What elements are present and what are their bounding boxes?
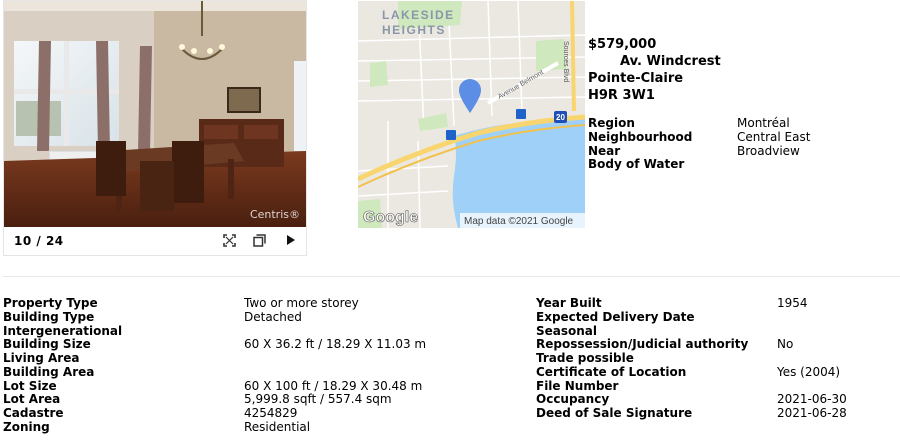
detail-value: Residential — [244, 419, 311, 434]
property-details-right: Year Built 1954 Expected Delivery Date Se… — [536, 296, 847, 421]
detail-row: Trade possible — [536, 351, 847, 366]
area-label-line1: LAKESIDE — [382, 8, 455, 22]
detail-row: Building Type Detached — [3, 309, 426, 325]
detail-row: Building Size 60 X 36.2 ft / 18.29 X 11.0… — [3, 337, 427, 352]
detail-label: Deed of Sale Signature — [536, 406, 693, 420]
detail-row: Building Area — [3, 364, 426, 380]
listing-city: Pointe-Claire — [588, 71, 684, 86]
detail-label: Building Size — [3, 337, 91, 352]
detail-row: File Number — [536, 378, 847, 394]
detail-label: Seasonal — [536, 323, 598, 338]
detail-label: Trade possible — [536, 351, 634, 365]
detail-label: Living Area — [3, 351, 80, 365]
detail-label: Zoning — [3, 419, 50, 434]
detail-label: Year Built — [536, 296, 602, 310]
detail-value: Detached — [244, 309, 302, 324]
detail-value: 60 X 36.2 ft / 18.29 X 11.03 m — [244, 337, 427, 352]
detail-label: Cadastre — [3, 406, 64, 420]
section-divider — [3, 276, 900, 277]
location-row: Body of Water — [588, 157, 810, 172]
detail-row: Property Type Two or more storey — [3, 296, 426, 311]
map-canvas: Avenue Belmont Sources Blvd 20 LAKESIDE … — [358, 1, 585, 228]
detail-value: 4254829 — [244, 406, 298, 420]
photo-counter: 10 / 24 — [14, 234, 64, 248]
detail-value: 1954 — [777, 296, 808, 310]
location-value: Montréal — [737, 116, 790, 130]
detail-label: Certificate of Location — [536, 364, 687, 379]
dining-room-photo — [4, 1, 306, 227]
location-row: Near Broadview — [588, 143, 810, 159]
detail-row: Intergenerational — [3, 323, 426, 339]
location-value: Central East — [737, 129, 811, 144]
area-label-line2: HEIGHTS — [382, 23, 446, 37]
detail-label: Lot Size — [3, 378, 57, 393]
highway-shield-label: 20 — [556, 113, 565, 122]
location-row: Region Montréal — [588, 116, 810, 131]
listing-price: $579,000 — [588, 37, 657, 52]
fullscreen-icon[interactable] — [221, 232, 237, 248]
location-info: Region Montréal Neighbourhood Central East… — [588, 116, 811, 172]
listing-postal-code: H9R 3W1 — [588, 88, 655, 103]
listing-photo[interactable]: Centris® — [4, 1, 306, 227]
detail-row: Repossession/Judicial authority No — [536, 337, 847, 352]
detail-row: Lot Area 5,999.8 sqft / 557.4 sqm — [3, 392, 426, 407]
detail-value: 2021-06-30 — [777, 392, 847, 407]
location-map[interactable]: Avenue Belmont Sources Blvd 20 LAKESIDE … — [358, 1, 585, 228]
detail-row: Seasonal — [536, 323, 847, 339]
gallery-controls: 10 / 24 — [4, 227, 306, 255]
detail-label: Expected Delivery Date — [536, 309, 695, 324]
detail-label: Building Type — [3, 309, 95, 324]
detail-row: Expected Delivery Date — [536, 309, 847, 325]
detail-value: Yes (2004) — [777, 364, 841, 379]
listing-street: Av. Windcrest — [620, 54, 721, 69]
detail-value: 60 X 100 ft / 18.29 X 30.48 m — [244, 378, 423, 393]
detail-label: Repossession/Judicial authority — [536, 337, 749, 352]
detail-label: Property Type — [3, 296, 98, 310]
detail-row: Living Area — [3, 351, 426, 366]
location-value: Broadview — [737, 143, 800, 158]
detail-value: No — [777, 337, 794, 352]
google-logo: Google — [363, 209, 418, 226]
detail-label: Intergenerational — [3, 323, 123, 338]
location-label: Neighbourhood — [588, 129, 693, 144]
location-label: Near — [588, 143, 621, 158]
location-label: Body of Water — [588, 157, 685, 172]
photo-watermark: Centris® — [249, 208, 300, 221]
map-attribution: Map data ©2021 Google — [464, 216, 574, 227]
detail-row: Occupancy 2021-06-30 — [536, 392, 847, 407]
detail-row: Deed of Sale Signature 2021-06-28 — [536, 406, 847, 421]
detail-label: Lot Area — [3, 392, 61, 407]
gallery-icon[interactable] — [251, 232, 267, 248]
road-label-sources: Sources Blvd — [562, 41, 569, 82]
photo-gallery: Centris® 10 / 24 — [3, 0, 307, 256]
detail-value: Two or more storey — [244, 296, 359, 310]
location-row: Neighbourhood Central East — [588, 129, 811, 145]
detail-row: Cadastre 4254829 — [3, 406, 426, 421]
property-details-left: Property Type Two or more storey Building… — [3, 296, 427, 435]
detail-row: Zoning Residential — [3, 419, 426, 435]
detail-row: Lot Size 60 X 100 ft / 18.29 X 30.48 m — [3, 378, 426, 394]
detail-value: 5,999.8 sqft / 557.4 sqm — [244, 392, 392, 407]
detail-label: Occupancy — [536, 392, 610, 407]
detail-label: File Number — [536, 378, 619, 393]
detail-value: 2021-06-28 — [777, 406, 847, 420]
play-icon[interactable] — [282, 232, 298, 248]
detail-row: Year Built 1954 — [536, 296, 847, 311]
detail-label: Building Area — [3, 364, 95, 379]
listing-address: $579,000 Av. Windcrest Pointe-Claire H9R… — [588, 36, 768, 104]
location-label: Region — [588, 116, 635, 130]
detail-row: Certificate of Location Yes (2004) — [536, 364, 847, 380]
